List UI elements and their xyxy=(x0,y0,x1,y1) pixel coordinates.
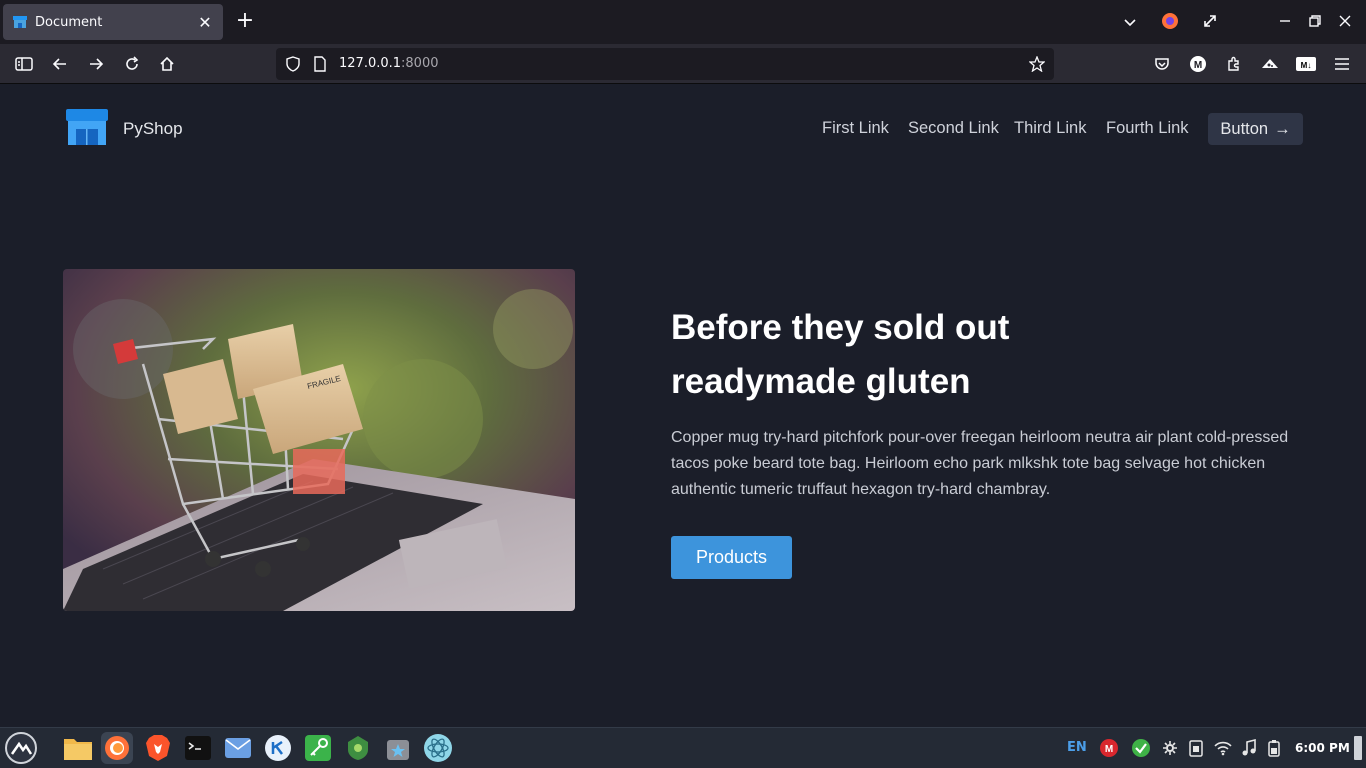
wifi-icon[interactable] xyxy=(1214,740,1232,756)
extensions-icon[interactable] xyxy=(1224,54,1244,74)
brand-name[interactable]: PyShop xyxy=(123,119,183,139)
clipboard-icon[interactable] xyxy=(1189,739,1203,757)
markdown-extension-icon[interactable]: M↓ xyxy=(1296,54,1316,74)
header-button[interactable]: Button → xyxy=(1208,113,1303,145)
reload-icon[interactable] xyxy=(122,54,142,74)
pocket-icon[interactable] xyxy=(1152,54,1172,74)
updates-ok-icon[interactable] xyxy=(1131,738,1151,758)
keys-icon[interactable] xyxy=(302,732,334,764)
settings-gear-icon[interactable] xyxy=(1162,740,1178,756)
new-tab-icon[interactable]: + xyxy=(234,10,256,32)
url-port: :8000 xyxy=(401,56,439,71)
resize-icon[interactable] xyxy=(1202,13,1218,29)
cookie-extension-icon[interactable] xyxy=(1260,54,1280,74)
navigation-toolbar: 127.0.0.1:8000 M M↓ xyxy=(0,44,1366,84)
atom-icon[interactable] xyxy=(422,732,454,764)
svg-text:M: M xyxy=(1105,744,1113,755)
svg-text:M: M xyxy=(1194,60,1202,71)
browser-tab[interactable]: Document ✕ xyxy=(3,4,223,40)
store-icon[interactable] xyxy=(382,732,414,764)
close-window-icon[interactable] xyxy=(1338,14,1352,28)
nav-third-link[interactable]: Third Link xyxy=(1014,119,1086,138)
nav-second-link[interactable]: Second Link xyxy=(908,119,999,138)
hero-description: Copper mug try-hard pitchfork pour-over … xyxy=(671,429,1289,498)
home-icon[interactable] xyxy=(157,54,177,74)
store-favicon-icon xyxy=(13,16,27,28)
account-m-icon[interactable]: M xyxy=(1188,54,1208,74)
restore-icon[interactable] xyxy=(1308,14,1322,28)
clock[interactable]: 6:00 PM xyxy=(1295,741,1350,755)
firefox-icon[interactable] xyxy=(101,732,133,764)
music-icon[interactable] xyxy=(1241,739,1257,757)
page-icon xyxy=(314,56,326,72)
hero-title-line2: readymade gluten xyxy=(671,362,971,401)
files-icon[interactable] xyxy=(62,732,94,764)
hero-title-line1: Before they sold out xyxy=(671,308,1010,347)
start-menu-icon[interactable] xyxy=(5,732,37,764)
menu-icon[interactable] xyxy=(1332,54,1352,74)
list-all-tabs-icon[interactable] xyxy=(1122,14,1138,30)
svg-text:M↓: M↓ xyxy=(1301,61,1312,70)
kde-connect-icon[interactable] xyxy=(262,732,294,764)
close-tab-icon[interactable]: ✕ xyxy=(197,13,213,32)
brave-icon[interactable] xyxy=(142,732,174,764)
sidebar-icon[interactable] xyxy=(14,54,34,74)
url-host: 127.0.0.1 xyxy=(339,56,402,71)
back-icon[interactable] xyxy=(50,54,70,74)
nav-fourth-link[interactable]: Fourth Link xyxy=(1106,119,1189,138)
nav-first-link[interactable]: First Link xyxy=(822,119,889,138)
header-button-label: Button xyxy=(1220,119,1269,138)
products-button[interactable]: Products xyxy=(671,536,792,579)
url-bar[interactable]: 127.0.0.1:8000 xyxy=(276,48,1054,80)
url-text[interactable]: 127.0.0.1:8000 xyxy=(339,56,439,71)
language-indicator[interactable]: EN xyxy=(1067,740,1087,755)
mega-sync-icon[interactable]: M xyxy=(1099,738,1119,758)
forward-icon[interactable] xyxy=(86,54,106,74)
hero-shopping-cart-image: FRAGILE xyxy=(63,269,575,611)
minimize-icon[interactable] xyxy=(1278,14,1292,28)
firefox-view-icon[interactable] xyxy=(1161,12,1179,30)
taskbar: EN M 6:00 PM xyxy=(0,727,1366,768)
bookmark-star-icon[interactable] xyxy=(1029,56,1045,72)
tab-strip: Document ✕ + xyxy=(0,0,1366,44)
tab-title: Document xyxy=(35,14,103,30)
vpn-icon[interactable] xyxy=(342,732,374,764)
tracking-protection-shield-icon[interactable] xyxy=(285,56,301,72)
battery-clipboard-icon[interactable] xyxy=(1267,739,1283,757)
show-desktop-button[interactable] xyxy=(1354,736,1362,760)
hero-title: Before they sold out readymade gluten xyxy=(671,301,1151,409)
terminal-icon[interactable] xyxy=(182,732,214,764)
mail-icon[interactable] xyxy=(222,732,254,764)
web-page: PyShop First Link Second Link Third Link… xyxy=(0,85,1366,727)
shop-logo-icon[interactable] xyxy=(66,109,108,147)
arrow-right-icon: → xyxy=(1274,119,1291,138)
